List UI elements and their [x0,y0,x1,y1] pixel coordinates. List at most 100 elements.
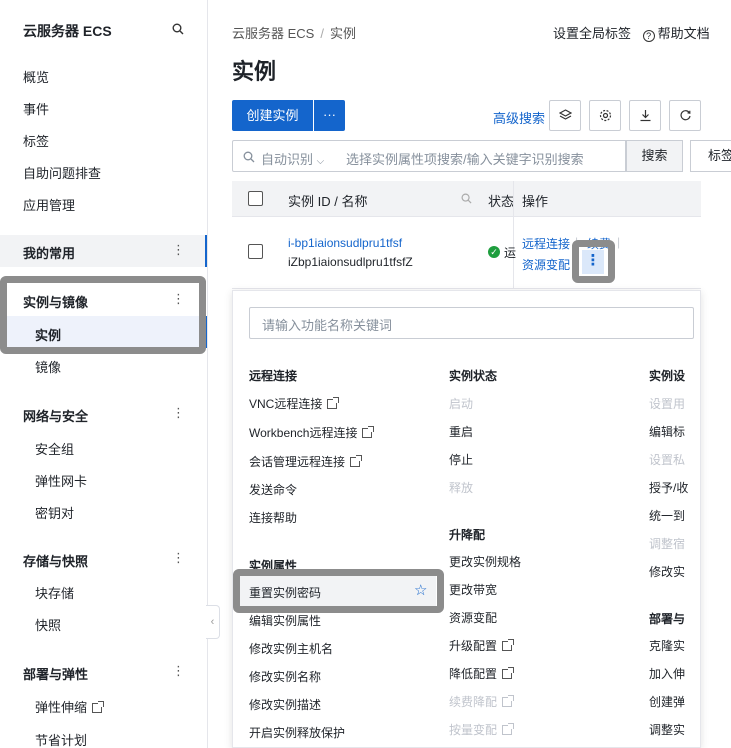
sidebar-group-storage-snapshots[interactable]: 存储与快照 ⋮ [0,543,207,575]
function-search-input[interactable]: 请输入功能名称关键词 [249,307,694,339]
menu-item-rename[interactable]: 修改实例名称 [249,668,321,685]
breadcrumb-ecs[interactable]: 云服务器 ECS [232,26,314,41]
resource-change-link[interactable]: 资源变配 [522,256,570,273]
remote-connect-link[interactable]: 远程连接 [522,235,570,252]
column-header-id: 实例 ID / 名称 [288,194,368,209]
instance-search-bar[interactable]: 自动识别 ⌵ 选择实例属性项搜索/输入关键字识别搜索 [232,140,626,172]
sidebar-item-autoscaling[interactable]: 弹性伸缩 [35,697,105,716]
menu-item-description[interactable]: 修改实例描述 [249,696,321,713]
highlight-box-reset-password [233,569,444,613]
menu-item-settings-4[interactable]: 授予/收 [649,479,688,496]
help-docs-link[interactable]: ? 帮助文档 [642,26,710,42]
row-checkbox[interactable] [248,244,263,259]
menu-item-release[interactable]: 释放 [449,479,473,496]
menu-item-settings-5[interactable]: 统一到 [649,507,685,524]
help-icon: ? [642,30,655,42]
external-link-icon [502,723,515,735]
collapse-sidebar-handle[interactable]: ‹ [206,605,220,639]
sidebar: 云服务器 ECS 概览 事件 标签 自助问题排查 应用管理 我的常用 ⋮ 实例与… [0,0,208,748]
breadcrumb-instances: 实例 [329,26,356,41]
sidebar-item-tags[interactable]: 标签 [23,131,49,150]
item-label: 升级配置 [449,639,498,653]
tag-filter-button[interactable]: 标签 [690,140,731,172]
menu-item-connect-help[interactable]: 连接帮助 [249,509,297,526]
select-all-checkbox[interactable] [248,191,263,206]
item-label: 弹性伸缩 [35,700,88,715]
download-button[interactable] [629,100,661,131]
sidebar-group-favorites[interactable]: 我的常用 ⋮ [0,235,207,267]
group-label: 我的常用 [23,246,76,261]
instance-name: iZbp1iaionsudlpru1tfsfZ [288,255,413,269]
external-link-icon [327,397,340,409]
search-input[interactable]: 选择实例属性项搜索/输入关键字识别搜索 [346,149,584,168]
item-label: VNC远程连接 [249,397,323,411]
sidebar-item-snapshots[interactable]: 快照 [35,615,61,634]
more-icon[interactable]: ⋮ [172,550,185,566]
sidebar-item-security-groups[interactable]: 安全组 [35,439,74,458]
group-label: 网络与安全 [23,409,89,424]
search-button[interactable]: 搜索 [626,140,683,172]
menu-item-release-protection[interactable]: 开启实例释放保护 [249,724,345,741]
breadcrumb: 云服务器 ECS / 实例 [232,23,356,42]
menu-item-payg-change[interactable]: 按量变配 [449,721,515,738]
global-tags-link[interactable]: 设置全局标签 [553,26,631,41]
external-link-icon [502,667,515,679]
menu-item-send-command[interactable]: 发送命令 [249,481,297,498]
menu-item-edit-attributes[interactable]: 编辑实例属性 [249,612,321,629]
sidebar-item-events[interactable]: 事件 [23,99,49,118]
advanced-search-link[interactable]: 高级搜索 [493,108,545,127]
search-icon[interactable] [172,23,184,35]
sidebar-item-overview[interactable]: 概览 [23,67,49,86]
column-header-status: 状态 [488,194,515,209]
menu-item-change-spec[interactable]: 更改实例规格 [449,553,521,570]
more-icon[interactable]: ⋮ [172,405,185,421]
menu-item-session[interactable]: 会话管理远程连接 [249,453,363,470]
menu-item-upgrade[interactable]: 升级配置 [449,637,515,654]
menu-item-hostname[interactable]: 修改实例主机名 [249,640,333,657]
menu-item-vnc[interactable]: VNC远程连接 [249,395,340,412]
menu-item-change-bandwidth[interactable]: 更改带宽 [449,581,497,598]
menu-item-downgrade[interactable]: 降低配置 [449,665,515,682]
menu-item-settings-1[interactable]: 设置用 [649,395,685,412]
sidebar-item-app-management[interactable]: 应用管理 [23,195,75,214]
auto-detect-select[interactable]: 自动识别 ⌵ [261,149,324,168]
menu-item-workbench[interactable]: Workbench远程连接 [249,424,375,441]
sidebar-item-eni[interactable]: 弹性网卡 [35,471,87,490]
refresh-button[interactable] [669,100,701,131]
op-separator: | [617,235,621,249]
menu-item-settings-7[interactable]: 修改实 [649,563,685,580]
settings-button[interactable] [589,100,621,131]
menu-item-renew-downgrade[interactable]: 续费降配 [449,693,515,710]
more-actions-button[interactable]: ··· [314,100,345,131]
create-instance-button[interactable]: 创建实例 [232,100,313,131]
menu-item-resource-change[interactable]: 资源变配 [449,609,497,626]
sidebar-title: 云服务器 ECS [23,23,112,39]
instance-id-link[interactable]: i-bp1iaionsudlpru1tfsf [288,236,402,250]
menu-item-clone[interactable]: 克隆实 [649,637,685,654]
menu-item-adjust[interactable]: 调整实 [649,721,685,738]
menu-item-start[interactable]: 启动 [449,395,473,412]
menu-item-stop[interactable]: 停止 [449,451,473,468]
page-title: 实例 [232,59,277,84]
menu-item-restart[interactable]: 重启 [449,423,473,440]
menu-item-settings-6[interactable]: 调整宿 [649,535,685,552]
menu-item-settings-3[interactable]: 设置私 [649,451,685,468]
sidebar-item-block-storage[interactable]: 块存储 [35,583,74,602]
sidebar-item-images[interactable]: 镜像 [35,357,61,376]
search-icon[interactable] [461,193,472,204]
layers-button[interactable] [549,100,581,131]
sidebar-item-savings-plan[interactable]: 节省计划 [35,730,87,748]
more-icon[interactable]: ⋮ [172,663,185,679]
sidebar-item-keypairs[interactable]: 密钥对 [35,503,74,522]
menu-item-create-elastic[interactable]: 创建弹 [649,693,685,710]
external-link-icon [92,701,105,713]
section-settings: 实例设 [649,369,686,383]
sidebar-group-network-security[interactable]: 网络与安全 ⋮ [0,398,207,430]
menu-item-join-scaling[interactable]: 加入伸 [649,665,685,682]
sidebar-item-troubleshoot[interactable]: 自助问题排查 [23,163,101,182]
more-icon[interactable]: ⋮ [172,242,185,258]
section-remote: 远程连接 [249,369,298,383]
menu-item-settings-2[interactable]: 编辑标 [649,423,685,440]
item-label: 按量变配 [449,723,498,737]
sidebar-group-deploy-elastic[interactable]: 部署与弹性 ⋮ [0,656,207,688]
